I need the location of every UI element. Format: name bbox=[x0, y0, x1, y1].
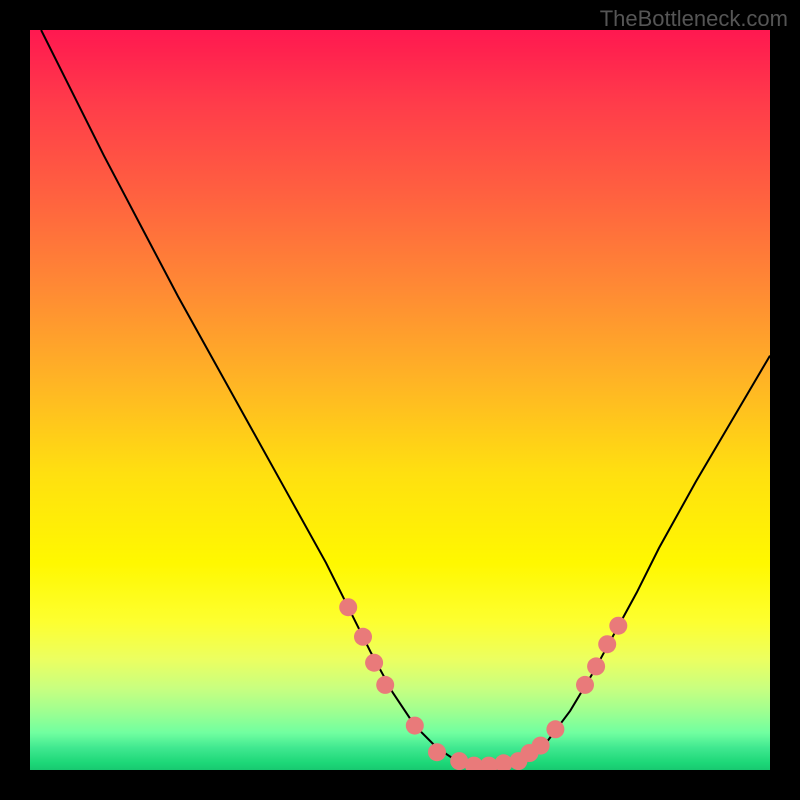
sample-dot bbox=[428, 743, 446, 761]
watermark-text: TheBottleneck.com bbox=[600, 6, 788, 32]
sample-dot bbox=[339, 598, 357, 616]
bottleneck-curve bbox=[41, 30, 770, 768]
sample-dot bbox=[365, 654, 383, 672]
sample-dot bbox=[376, 676, 394, 694]
sample-dot bbox=[609, 617, 627, 635]
sample-dot bbox=[532, 737, 550, 755]
sample-dot bbox=[546, 720, 564, 738]
plot-area bbox=[30, 30, 770, 770]
sample-dot bbox=[587, 657, 605, 675]
chart-svg bbox=[30, 30, 770, 770]
sample-dot bbox=[406, 717, 424, 735]
sample-dot bbox=[354, 628, 372, 646]
chart-container: TheBottleneck.com bbox=[0, 0, 800, 800]
sample-dot bbox=[576, 676, 594, 694]
sample-dot bbox=[598, 635, 616, 653]
sample-dots-group bbox=[339, 598, 627, 770]
